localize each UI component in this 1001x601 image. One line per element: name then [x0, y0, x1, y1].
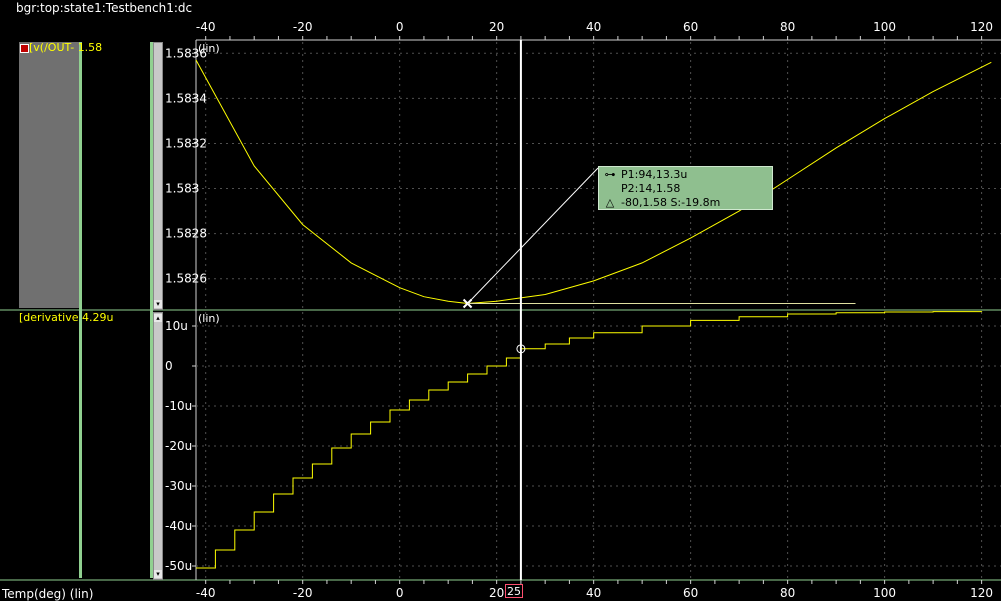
tooltip-delta: -80,1.58 S:-19.8m — [621, 196, 721, 209]
waveform-plot-area[interactable]: -40 -40 -20 -20 0 0 20 20 40 40 60 60 80 80 100 100 120 1… — [0, 0, 1001, 601]
x-tick-label-bottom: 0 — [396, 586, 404, 600]
y-tick-label: 0 — [165, 359, 173, 373]
scroll-down-icon[interactable]: ▾ — [154, 570, 162, 578]
y-tick-label: 1.5826 — [165, 272, 207, 286]
cursor-value-badge[interactable]: 25 — [505, 584, 523, 598]
top-signal-value: 1.58 — [77, 41, 103, 54]
y-tick-label: -30u — [165, 479, 192, 493]
scroll-up-icon[interactable]: ▴ — [154, 314, 162, 322]
triangle-icon: △ — [605, 196, 615, 209]
bottom-signal-name: [derivative — [19, 311, 79, 324]
x-tick-label-top: -20 — [293, 20, 313, 34]
tooltip-p2: P2:14,1.58 — [621, 182, 681, 195]
x-tick-label-top: 40 — [586, 20, 601, 34]
x-tick-label-bottom: 100 — [873, 586, 896, 600]
top-signal-label[interactable]: [v(/OUT- 1.58 — [29, 41, 102, 54]
x-tick-label-top: 0 — [396, 20, 404, 34]
trace-derivative[interactable] — [196, 311, 983, 569]
top-scale-label: (lin) — [198, 42, 220, 55]
tooltip-p1: P1:94,13.3u — [621, 168, 688, 181]
delta-marker-tooltip[interactable]: ⊶ P1:94,13.3u P2:14,1.58 △ -80,1.58 S:-1… — [598, 166, 773, 210]
top-signal-name: [v(/OUT- — [29, 41, 75, 54]
bottom-scrollbar[interactable]: ▴ ▾ — [153, 312, 163, 580]
x-tick-label-top: 60 — [683, 20, 698, 34]
y-tick-label: -20u — [165, 439, 192, 453]
y-tick-label: -50u — [165, 559, 192, 573]
x-tick-label-top: 80 — [780, 20, 795, 34]
y-tick-label: 1.5828 — [165, 227, 207, 241]
bottom-signal-label[interactable]: [derivative 4.29u — [19, 311, 114, 324]
signal-marker-icon[interactable] — [20, 44, 29, 53]
x-tick-label-bottom: 80 — [780, 586, 795, 600]
top-scrollbar[interactable]: ▾ — [153, 42, 163, 310]
y-tick-label: 10u — [165, 319, 188, 333]
y-tick-label: 1.5834 — [165, 91, 207, 105]
x-axis-label: Temp(deg) (lin) — [2, 587, 94, 601]
top-legend-background — [19, 42, 79, 308]
y-tick-label: 1.5832 — [165, 136, 207, 150]
line-segment-icon: ⊶ — [604, 168, 616, 181]
y-tick-label: -10u — [165, 399, 192, 413]
x-tick-label-top: 120 — [970, 20, 993, 34]
scroll-down-icon[interactable]: ▾ — [154, 300, 162, 308]
bottom-scale-label: (lin) — [198, 312, 220, 325]
x-tick-label-top: 20 — [489, 20, 504, 34]
x-tick-label-bottom: 60 — [683, 586, 698, 600]
x-tick-label-bottom: 40 — [586, 586, 601, 600]
x-tick-label-bottom: -20 — [293, 586, 313, 600]
x-tick-label-bottom: 120 — [970, 586, 993, 600]
x-tick-label-top: -40 — [196, 20, 216, 34]
y-tick-label: -40u — [165, 519, 192, 533]
bottom-signal-value: 4.29u — [82, 311, 114, 324]
x-tick-label-bottom: 20 — [489, 586, 504, 600]
x-tick-label-bottom: -40 — [196, 586, 216, 600]
x-tick-label-top: 100 — [873, 20, 896, 34]
